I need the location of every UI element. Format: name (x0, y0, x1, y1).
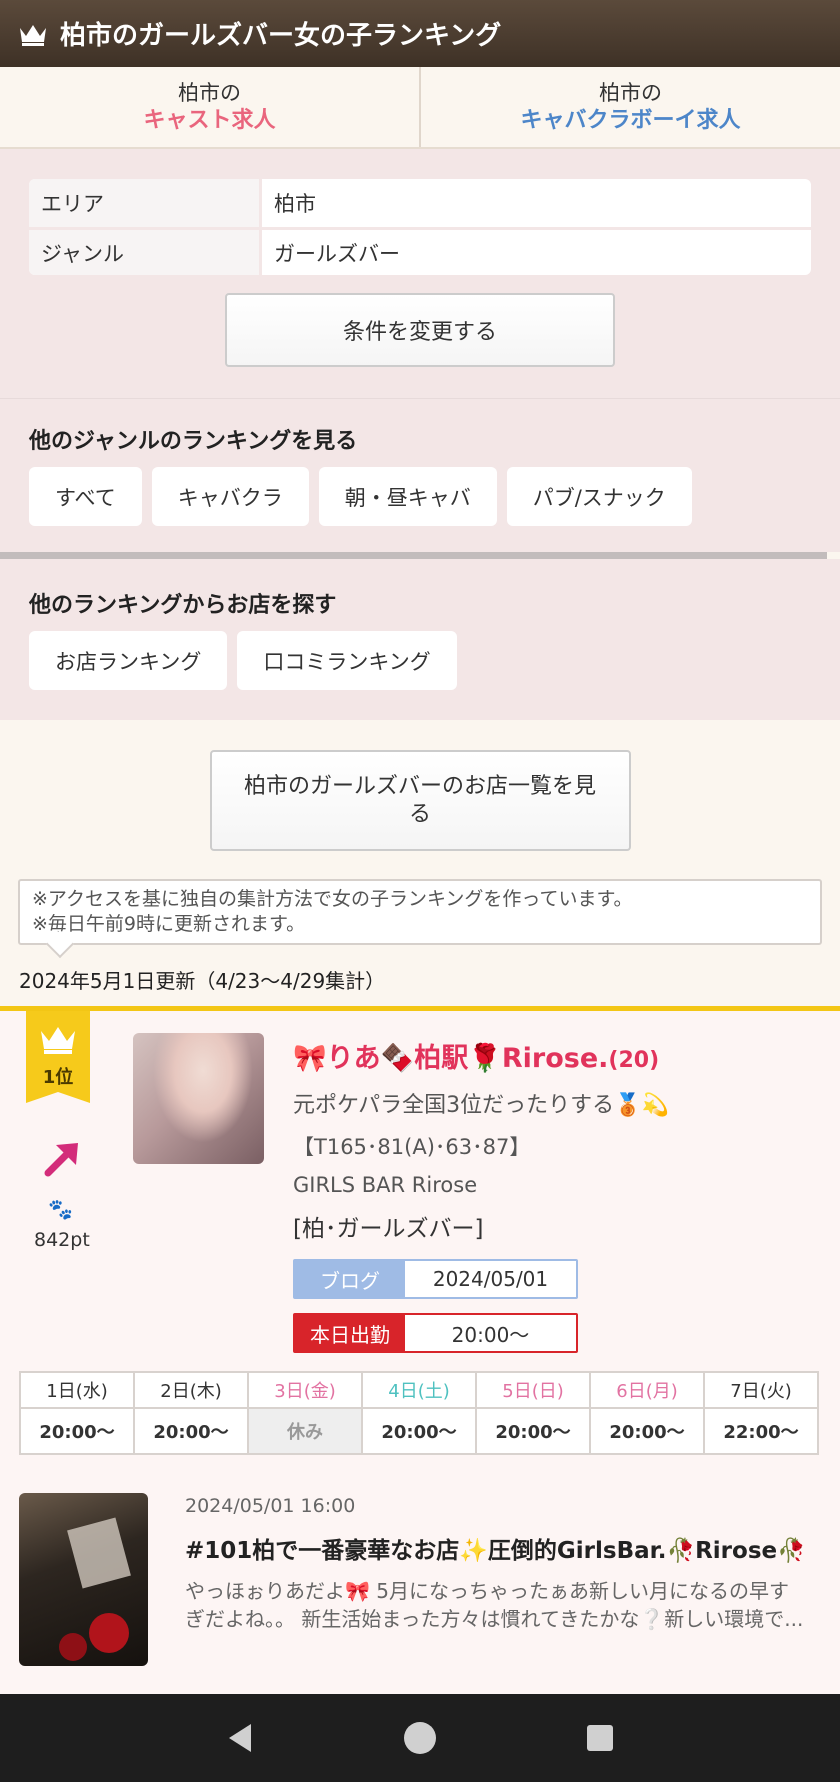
schedule-days-row: 1日(水) 2日(木) 3日(金) 4日(土) 5日(日) 6日(月) 7日(火… (19, 1371, 819, 1409)
cast-catchphrase: 元ポケパラ全国3位だったりする🥉💫 (293, 1093, 669, 1118)
today-label: 本日出勤 (295, 1315, 405, 1351)
shop-list-area: 柏市のガールズバーのお店一覧を見る (0, 720, 840, 879)
schedule-time: 20:00〜 (361, 1407, 477, 1455)
section-divider (0, 552, 827, 559)
crown-icon (20, 24, 46, 46)
schedule-day: 4日(土) (361, 1371, 477, 1409)
boy-job-label: キャバクラボーイ求人 (520, 108, 741, 133)
cast-job-prefix: 柏市の (178, 81, 241, 105)
change-conditions-button[interactable]: 条件を変更する (225, 293, 615, 367)
genre-chip-pub-snack[interactable]: パブ/スナック (506, 467, 692, 526)
blog-tag-label: ブログ (295, 1261, 405, 1297)
other-chips: お店ランキング 口コミランキング (29, 631, 811, 690)
condition-key: エリア (29, 179, 262, 227)
today-attendance-tag: 本日出勤 20:00〜 (293, 1313, 578, 1353)
schedule-times-row: 20:00〜 20:00〜 休み 20:00〜 20:00〜 20:00〜 22… (19, 1407, 819, 1455)
today-time: 20:00〜 (405, 1315, 576, 1351)
genre-ranking-section: 他のジャンルのランキングを見る すべて キャバクラ 朝・昼キャバ パブ/スナック (0, 399, 840, 552)
genre-chip-morning-cabaret[interactable]: 朝・昼キャバ (318, 467, 497, 526)
home-circle-icon (404, 1722, 436, 1754)
blog-thumbnail[interactable] (19, 1493, 148, 1666)
boy-job-link[interactable]: 柏市の キャバクラボーイ求人 (421, 67, 840, 147)
system-nav-bar (0, 1694, 840, 1782)
blog-tag-date: 2024/05/01 (405, 1261, 576, 1297)
ranking-card[interactable]: 1位 🐾 842pt 🎀りあ🍫柏駅🌹Rirose.(20) 元ポケパラ全国3位だ… (0, 1006, 840, 1696)
boy-job-prefix: 柏市の (599, 81, 662, 105)
schedule-time-off: 休み (247, 1407, 363, 1455)
schedule-time: 20:00〜 (133, 1407, 249, 1455)
blog-post-title[interactable]: #101柏で一番豪華なお店✨圧倒的GirlsBar.🥀Rirose🥀 (185, 1531, 806, 1565)
search-conditions: エリア 柏市 ジャンル ガールズバー 条件を変更する (0, 149, 840, 399)
genre-chip-all[interactable]: すべて (29, 467, 142, 526)
schedule-day: 3日(金) (247, 1371, 363, 1409)
cast-photo[interactable] (133, 1033, 264, 1164)
condition-value: 柏市 (274, 192, 316, 216)
schedule-time: 20:00〜 (475, 1407, 591, 1455)
paw-icon: 🐾 (48, 1197, 73, 1221)
blog-post[interactable]: 2024/05/01 16:00 #101柏で一番豪華なお店✨圧倒的GirlsB… (19, 1493, 821, 1666)
note-line-2: ※毎日午前9時に更新されます。 (32, 913, 306, 935)
cast-job-link[interactable]: 柏市の キャスト求人 (0, 67, 421, 147)
back-button[interactable] (210, 1708, 270, 1768)
rank-label: 1位 (42, 1067, 74, 1088)
genre-chip-cabaret[interactable]: キャバクラ (151, 467, 309, 526)
crown-icon (41, 1027, 75, 1054)
schedule-day: 2日(木) (133, 1371, 249, 1409)
other-ranking-section: 他のランキングからお店を探す お店ランキング 口コミランキング (0, 559, 840, 720)
page-title: 柏市のガールズバー女の子ランキング (60, 21, 502, 51)
schedule-day: 5日(日) (475, 1371, 591, 1409)
schedule-day: 7日(火) (703, 1371, 819, 1409)
schedule-time: 22:00〜 (703, 1407, 819, 1455)
condition-value: ガールズバー (274, 241, 400, 266)
cast-name-link[interactable]: 🎀りあ🍫柏駅🌹Rirose.(20) (293, 1036, 840, 1075)
cast-name: 🎀りあ🍫柏駅🌹Rirose. (293, 1043, 609, 1074)
note-line-1: ※アクセスを基に独自の集計方法で女の子ランキングを作っています。 (32, 888, 633, 910)
job-links: 柏市の キャスト求人 柏市の キャバクラボーイ求人 (0, 67, 840, 149)
schedule-day: 1日(水) (19, 1371, 135, 1409)
rank-ribbon: 1位 (26, 1011, 90, 1103)
blog-text: 2024/05/01 16:00 #101柏で一番豪華なお店✨圧倒的GirlsB… (185, 1493, 806, 1666)
shop-genre: [柏･ガールズバー] (293, 1216, 484, 1242)
schedule-day: 6日(月) (589, 1371, 705, 1409)
blog-tag[interactable]: ブログ 2024/05/01 (293, 1259, 578, 1299)
shop-name[interactable]: GIRLS BAR Rirose (293, 1173, 840, 1197)
conditions-table: エリア 柏市 ジャンル ガールズバー (29, 179, 811, 275)
genre-chips: すべて キャバクラ 朝・昼キャバ パブ/スナック (29, 467, 811, 526)
blog-post-excerpt: やっほぉりあだよ🎀 5月になっちゃったぁあ新しい月になるの早すぎだよね。。 新生… (185, 1579, 804, 1631)
cast-spec: 【T165･81(A)･63･87】 (293, 1135, 531, 1159)
schedule-time: 20:00〜 (19, 1407, 135, 1455)
updated-text: 2024年5月1日更新（4/23〜4/29集計） (19, 969, 386, 993)
cast-age: (20) (608, 1048, 660, 1073)
back-triangle-icon (229, 1724, 251, 1752)
recents-square-icon (587, 1725, 613, 1751)
genre-section-title: 他のジャンルのランキングを見る (29, 429, 358, 454)
ranking-note: ※アクセスを基に独自の集計方法で女の子ランキングを作っています。 ※毎日午前9時… (18, 879, 822, 945)
review-ranking-chip[interactable]: 口コミランキング (237, 631, 457, 690)
page-header: 柏市のガールズバー女の子ランキング (0, 0, 840, 67)
condition-row-genre: ジャンル ガールズバー (29, 227, 811, 275)
condition-row-area: エリア 柏市 (29, 179, 811, 227)
condition-key: ジャンル (29, 230, 262, 275)
other-section-title: 他のランキングからお店を探す (29, 593, 337, 618)
cast-job-label: キャスト求人 (143, 108, 276, 133)
shop-list-button[interactable]: 柏市のガールズバーのお店一覧を見る (209, 750, 631, 851)
shop-ranking-chip[interactable]: お店ランキング (29, 631, 228, 690)
rank-up-arrow-icon (44, 1143, 78, 1177)
blog-post-date: 2024/05/01 16:00 (185, 1495, 356, 1517)
schedule-time: 20:00〜 (589, 1407, 705, 1455)
cast-profile: 🎀りあ🍫柏駅🌹Rirose.(20) 元ポケパラ全国3位だったりする🥉💫 【T1… (293, 1011, 840, 1353)
weekly-schedule: 1日(水) 2日(木) 3日(金) 4日(土) 5日(日) 6日(月) 7日(火… (19, 1371, 819, 1455)
recents-button[interactable] (570, 1708, 630, 1768)
points: 842pt (34, 1229, 90, 1251)
home-button[interactable] (390, 1708, 450, 1768)
